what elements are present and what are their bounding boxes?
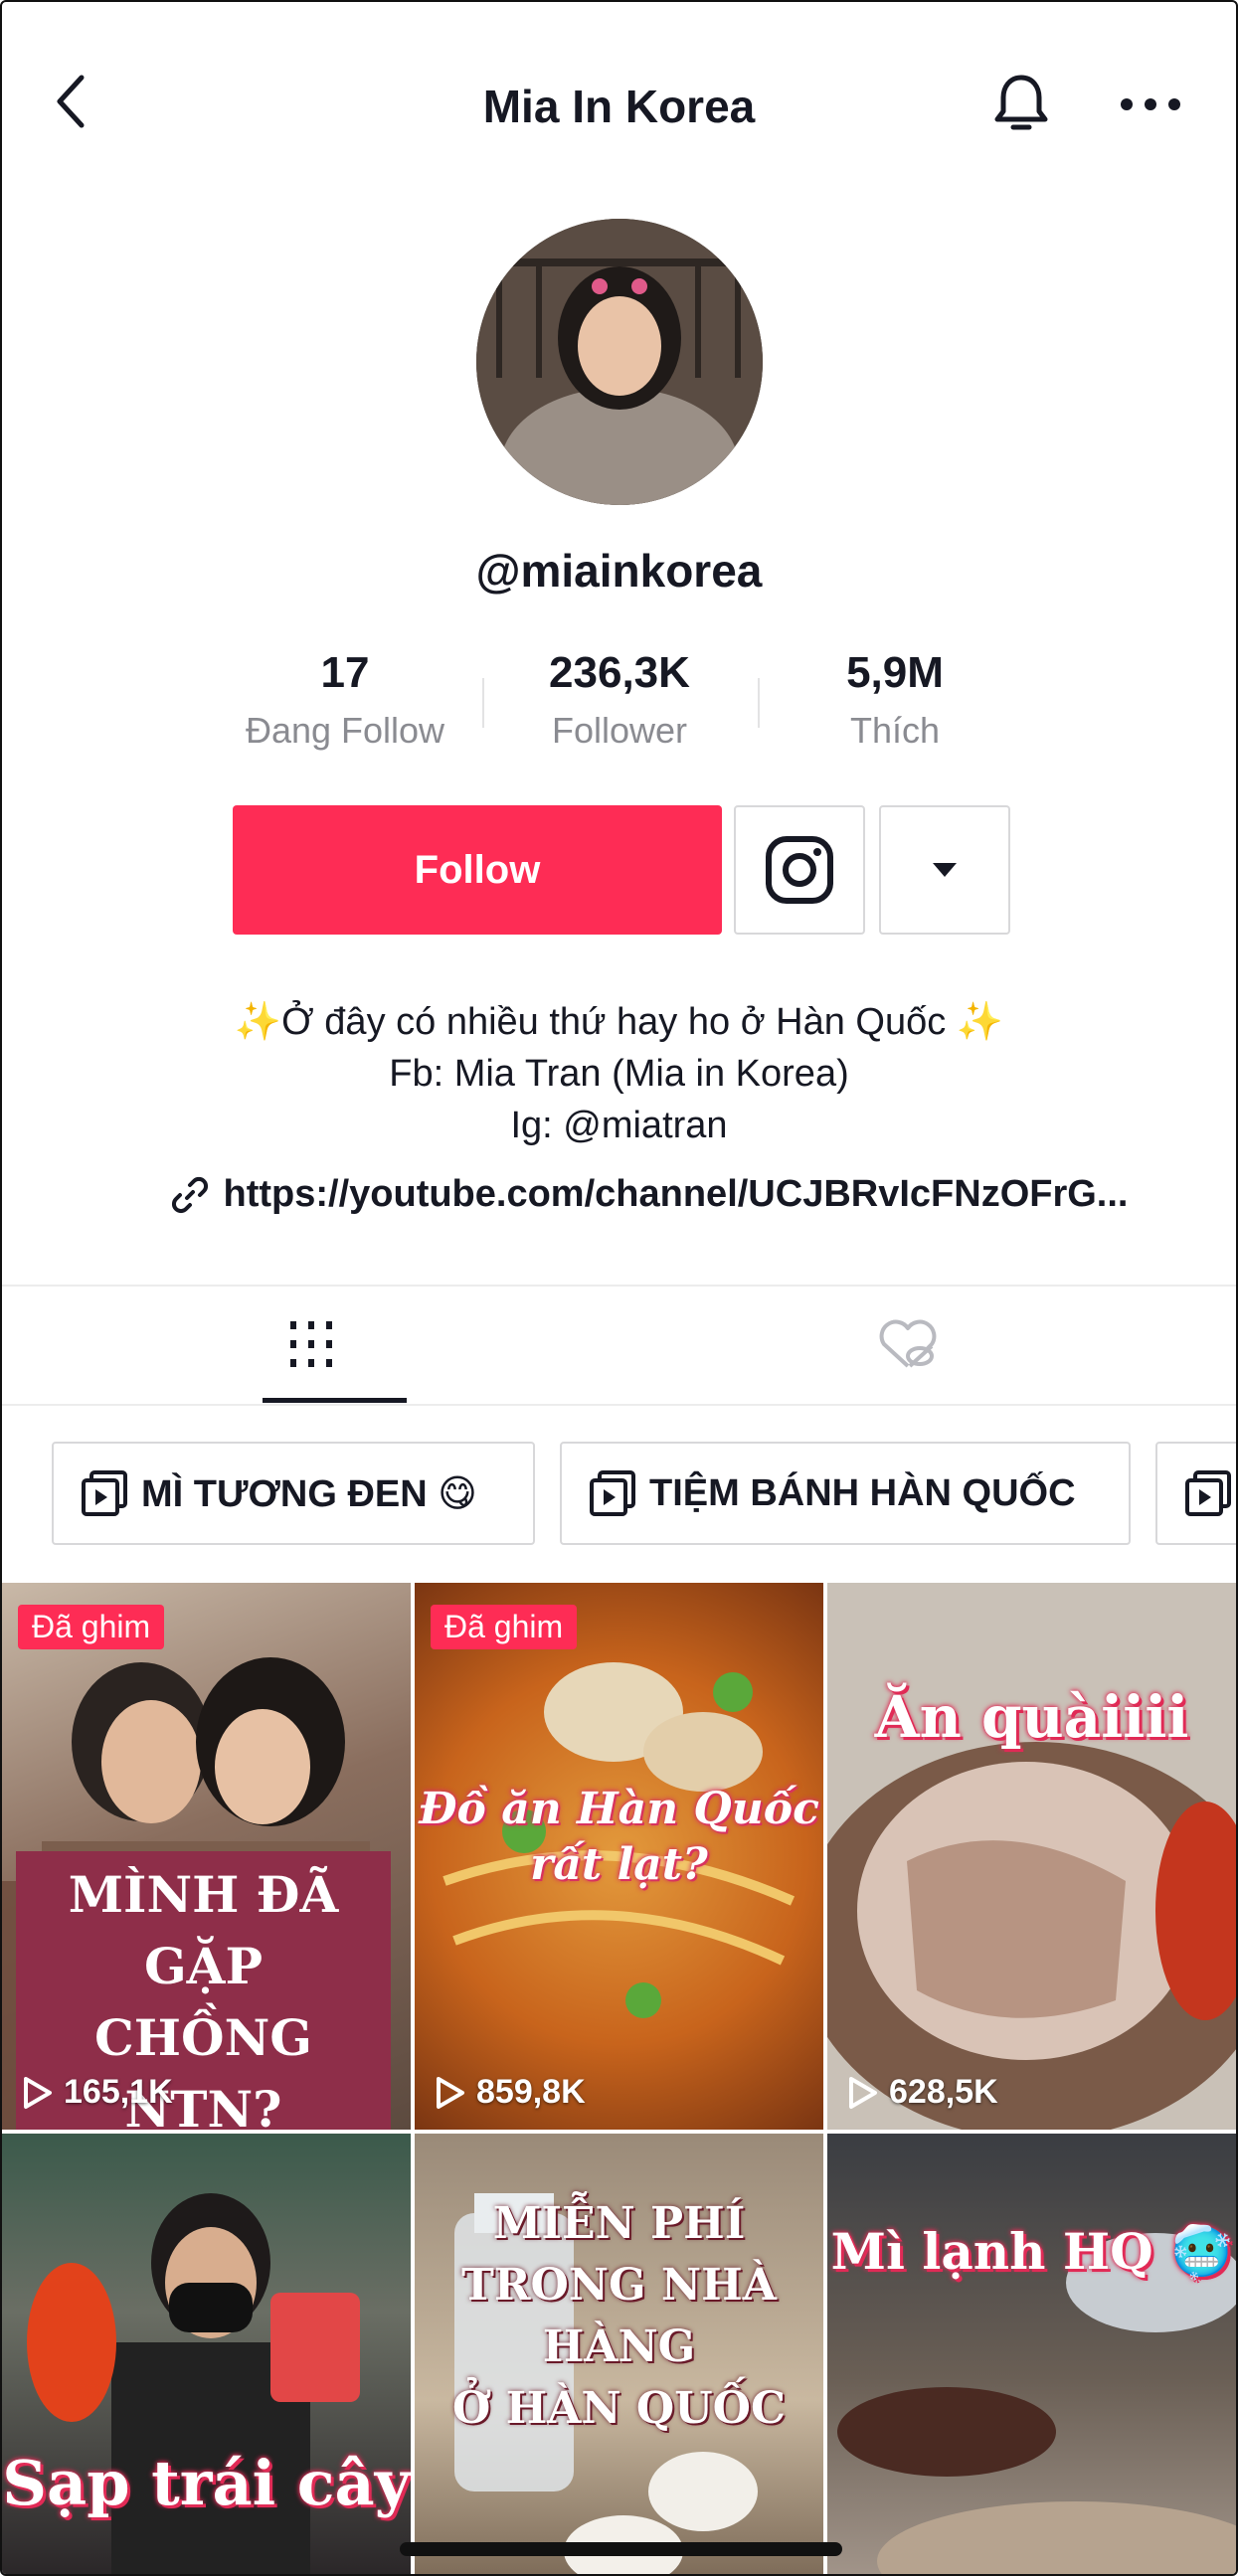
grid-icon: [290, 1321, 332, 1367]
bio-line: Ig: @miatran: [510, 1105, 728, 1146]
pinned-badge: Đã ghim: [18, 1605, 165, 1649]
playlist-icon: [82, 1470, 127, 1516]
playlist-chip[interactable]: MÌ TƯƠNG ĐEN 😋: [52, 1442, 535, 1545]
video-thumbnail-image: [837, 2233, 1236, 2574]
notification-button[interactable]: [986, 70, 1056, 139]
video-thumbnail[interactable]: Đã ghim Đồ ăn Hàn Quốc rất lạt? 859,8K: [415, 1583, 823, 2130]
divider: [2, 1404, 1236, 1406]
instagram-button[interactable]: [734, 805, 865, 935]
playlist-icon: [590, 1470, 635, 1516]
avatar[interactable]: [476, 219, 763, 505]
video-thumbnail[interactable]: Sạp trái cây: [2, 2134, 411, 2574]
video-thumbnail[interactable]: MIỄN PHÍ TRONG NHÀ HÀNG Ở HÀN QUỐC: [415, 2134, 823, 2574]
top-bar: Mia In Korea: [2, 42, 1236, 171]
video-caption: Ăn quàiiii: [874, 1683, 1189, 1751]
tab-videos[interactable]: [2, 1285, 620, 1404]
playlist-label: MÌ TƯƠNG ĐEN 😋: [141, 1472, 477, 1515]
video-thumbnail-image: [827, 1742, 1236, 2130]
bell-icon: [994, 75, 1048, 130]
profile-username: @miainkorea: [475, 545, 763, 597]
stat-label: Thích: [849, 710, 941, 751]
profile-bio: ✨Ở đây có nhiều thứ hay ho ở Hàn Quốc ✨ …: [2, 996, 1236, 1151]
tab-liked[interactable]: [599, 1285, 1217, 1404]
link-icon: [171, 1176, 208, 1213]
video-thumbnail[interactable]: Mì lạnh HQ 🥶: [827, 2134, 1236, 2574]
video-thumbnail[interactable]: Đã ghim MÌNH ĐÃ GẶP CHỒNG NTN? 165,1K: [2, 1583, 411, 2130]
avatar-photo: [476, 219, 763, 505]
video-caption: Đồ ăn Hàn Quốc rất lạt?: [419, 1784, 819, 1890]
stat-label: Đang Follow: [245, 710, 445, 751]
follow-button[interactable]: Follow: [233, 805, 722, 935]
bio-link-text: https://youtube.com/channel/UCJBRvIcFNzO…: [223, 1173, 1129, 1215]
video-caption: Sạp trái cây: [2, 2447, 411, 2519]
play-icon: [437, 2076, 464, 2109]
view-count-text: 165,1K: [64, 2073, 173, 2111]
more-options-button[interactable]: [1116, 70, 1185, 139]
video-caption: MIỄN PHÍ TRONG NHÀ HÀNG Ở HÀN QUỐC: [452, 2198, 786, 2434]
view-count: 859,8K: [433, 2073, 586, 2112]
play-icon: [849, 2076, 877, 2109]
stat-likes[interactable]: 5,9M Thích: [746, 648, 1044, 752]
stat-following[interactable]: 17 Đang Follow: [196, 648, 494, 752]
playlist-icon: [1185, 1470, 1231, 1516]
bio-line: Fb: Mia Tran (Mia in Korea): [389, 1053, 849, 1095]
stat-value: 236,3K: [549, 648, 690, 697]
suggested-accounts-button[interactable]: [879, 805, 1010, 935]
stat-value: 5,9M: [846, 648, 944, 697]
playlist-chip[interactable]: [1155, 1442, 1236, 1545]
video-caption: Mì lạnh HQ 🥶: [830, 2222, 1233, 2281]
active-tab-indicator: [263, 1398, 407, 1403]
stat-label: Follower: [551, 710, 688, 751]
stat-followers[interactable]: 236,3K Follower: [470, 648, 769, 752]
profile-stats: 17 Đang Follow 236,3K Follower 5,9M Thíc…: [2, 648, 1236, 758]
hidden-liked-icon: [879, 1319, 937, 1368]
play-icon: [24, 2076, 52, 2109]
view-count-text: 628,5K: [889, 2073, 998, 2111]
view-count-text: 859,8K: [476, 2073, 586, 2111]
more-dots-icon: [1121, 98, 1180, 110]
bio-line: ✨Ở đây có nhiều thứ hay ho ở Hàn Quốc ✨: [234, 1001, 1004, 1043]
profile-screen: Mia In Korea @miainkorea 17 Đang Follow: [0, 0, 1238, 2576]
view-count: 165,1K: [20, 2073, 173, 2112]
video-thumbnail[interactable]: Ăn quàiiii 628,5K: [827, 1583, 1236, 2130]
pinned-badge: Đã ghim: [431, 1605, 578, 1649]
playlist-chip[interactable]: TIỆM BÁNH HÀN QUỐC: [560, 1442, 1131, 1545]
playlist-label: TIỆM BÁNH HÀN QUỐC: [649, 1471, 1076, 1514]
stat-value: 17: [320, 648, 370, 697]
view-count: 628,5K: [845, 2073, 998, 2112]
instagram-icon: [766, 836, 833, 904]
caret-down-icon: [933, 863, 957, 877]
bio-link[interactable]: https://youtube.com/channel/UCJBRvIcFNzO…: [121, 1173, 1176, 1216]
home-indicator: [400, 2542, 842, 2556]
